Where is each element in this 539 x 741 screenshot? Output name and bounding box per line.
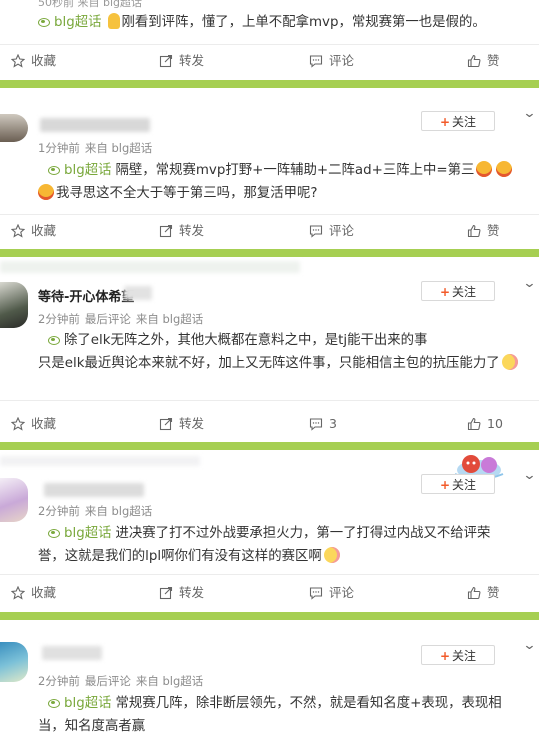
post-body: blg超话 刚看到评阵，懂了，上单不配拿mvp，常规赛第一也是假的。 xyxy=(38,11,533,34)
post-card-0: 50秒前 来自 blg超话 blg超话 刚看到评阵，懂了，上单不配拿mvp，常规赛… xyxy=(0,0,539,80)
post-body: blg超话 隔壁，常规赛mvp打野+一阵辅助+二阵ad+三阵上中=第三 我寻思这不… xyxy=(38,159,533,205)
collect-button[interactable]: 收藏 xyxy=(10,581,56,605)
post-body: blg超话 常规赛几阵，除非断层领先，不然，就是看知名度+表现，表现相 当，知名度… xyxy=(38,696,502,734)
divider xyxy=(0,214,539,215)
share-icon xyxy=(159,417,173,431)
post-body: 除了elk无阵之外，其他大概都在意料之中，是tj能干出来的事 只是elk最近舆论… xyxy=(38,329,533,375)
thumbs-up-icon xyxy=(467,586,481,600)
comment-icon xyxy=(309,587,323,600)
star-icon xyxy=(10,53,26,68)
topic-link[interactable]: blg超话 xyxy=(64,696,112,711)
share-icon xyxy=(159,54,173,68)
post-meta: 50秒前 来自 blg超话 xyxy=(38,0,143,9)
plus-icon: + xyxy=(439,115,451,129)
share-icon xyxy=(159,586,173,600)
name-blurred xyxy=(44,483,144,497)
post-actions: 收藏 转发 3 10 xyxy=(0,412,539,436)
laugh-emoji-icon xyxy=(496,161,513,177)
comment-icon xyxy=(309,55,323,68)
plus-icon: + xyxy=(439,285,451,299)
like-button[interactable]: 赞 xyxy=(467,581,500,605)
divider xyxy=(0,400,539,401)
like-button[interactable]: 赞 xyxy=(467,219,500,243)
chevron-down-icon[interactable]: ⌄ xyxy=(522,468,536,483)
post-card-1: + 关注 ⌄ 1分钟前 来自 blg超话 blg超话 隔壁，常规赛mvp打野+一阵辅助… xyxy=(0,92,539,249)
avatar[interactable] xyxy=(0,478,28,522)
lightbulb-emoji-icon xyxy=(107,13,120,29)
repost-button[interactable]: 转发 xyxy=(159,49,204,73)
collect-button[interactable]: 收藏 xyxy=(10,219,56,243)
super-topic-icon xyxy=(48,336,60,345)
like-count: 10 xyxy=(487,416,503,431)
cover-blurred xyxy=(0,456,200,466)
topic-link[interactable]: blg超话 xyxy=(64,163,112,178)
comment-button[interactable]: 3 xyxy=(309,412,337,436)
name-blurred xyxy=(42,646,102,660)
post-card-4: + 关注 ⌄ 2分钟前 最后评论 来自 blg超话 blg超话 常规赛几阵，除非断层领先… xyxy=(0,620,539,741)
laugh-emoji-icon xyxy=(38,184,54,200)
comment-icon xyxy=(309,225,323,238)
star-icon xyxy=(10,223,26,238)
divider xyxy=(0,574,539,575)
post-card-2: 等待-开心体希望 + 关注 ⌄ 2分钟前 最后评论 来自 blg超话 除了elk无阵之… xyxy=(0,257,539,442)
post-meta: 2分钟前 最后评论 来自 blg超话 xyxy=(38,312,204,326)
super-topic-icon xyxy=(48,699,60,708)
plus-icon: + xyxy=(439,478,451,492)
like-button[interactable]: 10 xyxy=(467,412,503,436)
avatar[interactable] xyxy=(0,642,28,682)
cover-blurred xyxy=(0,261,300,273)
star-icon xyxy=(10,416,26,431)
avatar[interactable] xyxy=(0,114,28,142)
laugh-emoji-icon xyxy=(476,161,493,177)
repost-button[interactable]: 转发 xyxy=(159,412,204,436)
follow-button[interactable]: + 关注 xyxy=(421,111,495,131)
chevron-down-icon[interactable]: ⌄ xyxy=(522,276,536,291)
topic-link[interactable]: blg超话 xyxy=(54,15,102,30)
feed-separator xyxy=(0,249,539,257)
post-actions: 收藏 转发 评论 赞 xyxy=(0,581,539,605)
thumbs-up-icon xyxy=(467,54,481,68)
share-icon xyxy=(159,224,173,238)
shy-emoji-icon xyxy=(501,354,518,370)
plus-icon: + xyxy=(439,649,451,663)
like-button[interactable]: 赞 xyxy=(467,49,500,73)
user-name[interactable]: 等待-开心体希望 xyxy=(38,286,134,305)
feed-separator xyxy=(0,80,539,88)
divider xyxy=(0,44,539,45)
shy-emoji-icon xyxy=(323,547,340,563)
follow-button[interactable]: + 关注 xyxy=(421,474,495,494)
repost-button[interactable]: 转发 xyxy=(159,219,204,243)
name-blur-overlay xyxy=(124,286,152,300)
comment-count: 3 xyxy=(329,416,337,431)
comment-button[interactable]: 评论 xyxy=(309,581,354,605)
thumbs-up-icon xyxy=(467,417,481,431)
collect-button[interactable]: 收藏 xyxy=(10,49,56,73)
repost-button[interactable]: 转发 xyxy=(159,581,204,605)
collect-button[interactable]: 收藏 xyxy=(10,412,56,436)
chevron-down-icon[interactable]: ⌄ xyxy=(522,106,536,121)
star-icon xyxy=(10,585,26,600)
avatar[interactable] xyxy=(0,282,28,328)
name-blurred xyxy=(40,118,150,132)
thumbs-up-icon xyxy=(467,224,481,238)
comment-button[interactable]: 评论 xyxy=(309,219,354,243)
feed-separator xyxy=(0,442,539,450)
super-topic-icon xyxy=(38,18,50,27)
super-topic-icon xyxy=(48,529,60,538)
super-topic-icon xyxy=(48,166,60,175)
post-body: blg超话 进决赛了打不过外战要承担火力，第一了打得过内战又不给评荣 誉，这就是我… xyxy=(38,526,491,564)
post-meta: 1分钟前 来自 blg超话 xyxy=(38,141,153,155)
post-meta: 2分钟前 来自 blg超话 xyxy=(38,504,153,518)
post-card-3: + 关注 ⌄ 2分钟前 来自 blg超话 blg超话 进决赛了打不过外战要承担火力，第… xyxy=(0,450,539,612)
post-actions: 收藏 转发 评论 赞 xyxy=(0,49,539,73)
post-actions: 收藏 转发 评论 赞 xyxy=(0,219,539,243)
comment-button[interactable]: 评论 xyxy=(309,49,354,73)
topic-link[interactable]: blg超话 xyxy=(64,526,112,541)
comment-icon xyxy=(309,418,323,431)
follow-button[interactable]: + 关注 xyxy=(421,281,495,301)
feed-separator xyxy=(0,612,539,620)
follow-button[interactable]: + 关注 xyxy=(421,645,495,665)
post-meta: 2分钟前 最后评论 来自 blg超话 xyxy=(38,674,204,688)
chevron-down-icon[interactable]: ⌄ xyxy=(522,638,536,653)
